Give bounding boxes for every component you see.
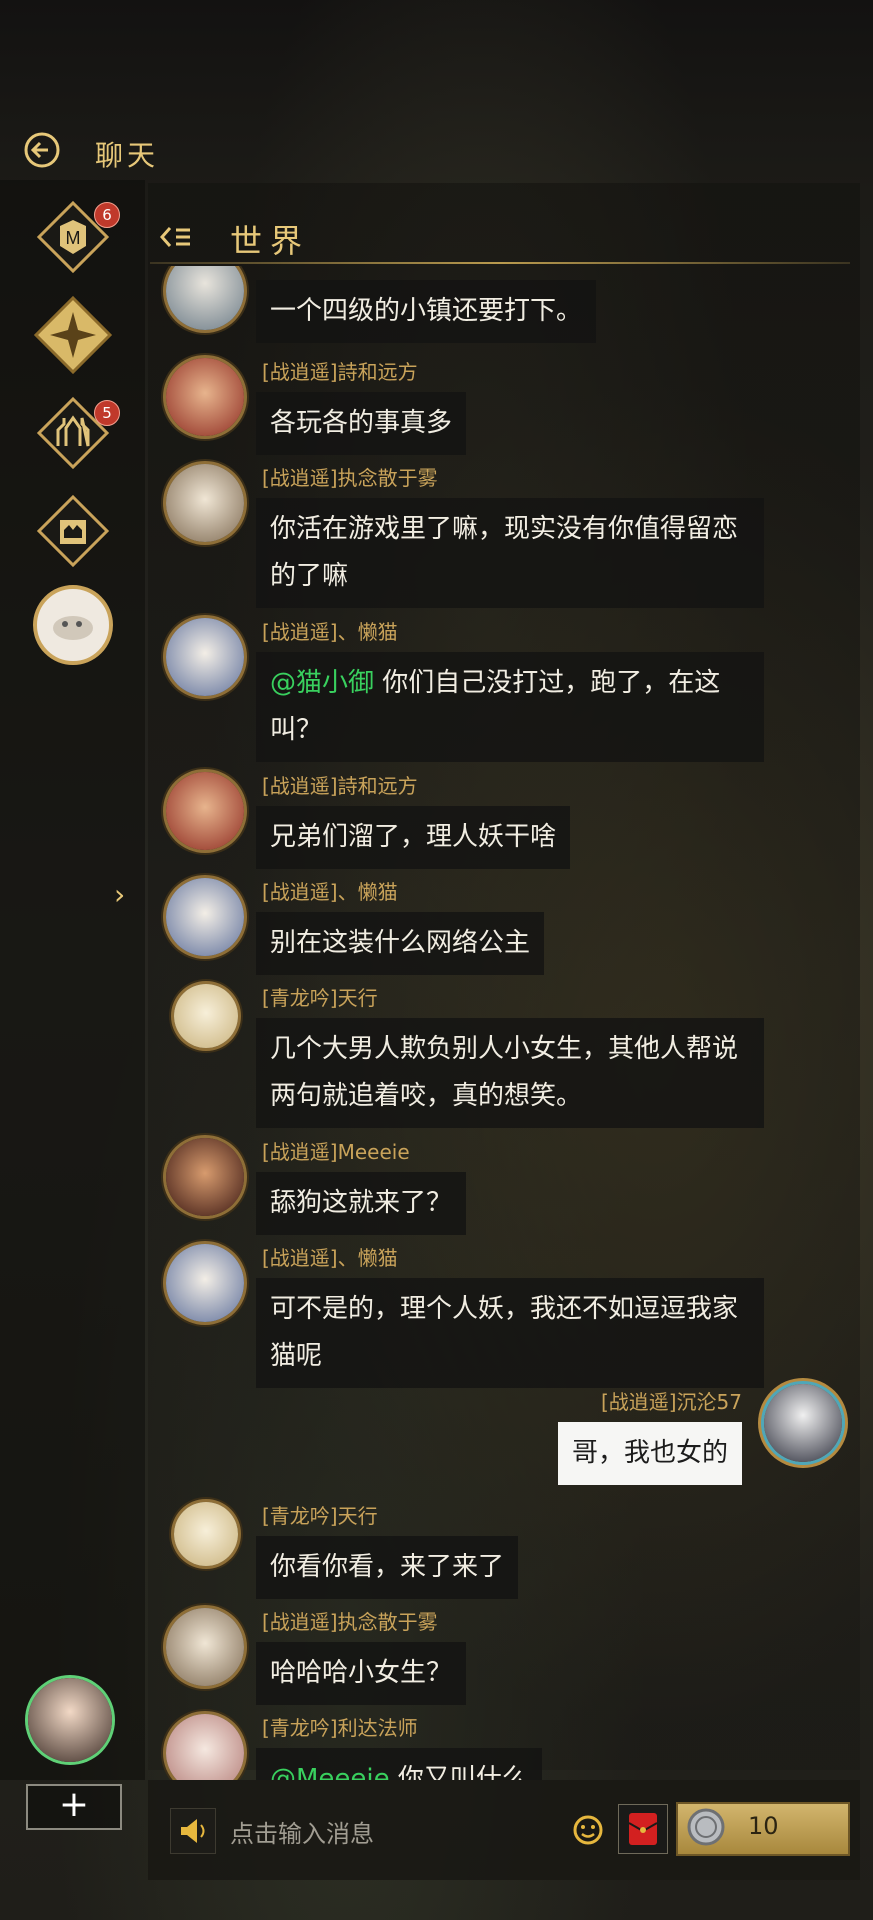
message-bubble: 你活在游戏里了嘛，现实没有你值得留恋的了嘛 <box>256 498 764 608</box>
message-bubble: 别在这装什么网络公主 <box>256 912 545 975</box>
message-list[interactable]: 一个四级的小镇还要打下。 [战逍遥]詩和远方 各玩各的事真多 [战逍遥]执念散于… <box>148 266 860 1780</box>
sender-name: [战逍遥]詩和远方 <box>262 774 418 798</box>
alliance-channel-button[interactable] <box>36 494 110 568</box>
sender-name: [战逍遥]沉沦57 <box>600 1390 742 1414</box>
message-bubble: 一个四级的小镇还要打下。 <box>256 280 597 343</box>
header-divider <box>150 262 850 264</box>
message-bubble: 几个大男人欺负别人小女生，其他人帮说两句就追着咬，真的想笑。 <box>256 1018 764 1128</box>
world-channel-button[interactable] <box>33 295 113 375</box>
sender-name: [战逍遥]、懒猫 <box>262 880 398 904</box>
message-text: 你又叫什么 <box>389 1764 528 1780</box>
sender-name: [青龙吟]利达法师 <box>262 1716 418 1740</box>
sender-name: [战逍遥]、懒猫 <box>262 1246 398 1270</box>
crown-icon <box>36 494 110 568</box>
sender-name: [战逍遥]詩和远方 <box>262 360 418 384</box>
avatar[interactable] <box>166 618 244 696</box>
sender-name: [战逍遥]Meeeie <box>262 1140 410 1164</box>
speaker-icon <box>181 1819 205 1843</box>
svg-text:M: M <box>66 228 81 248</box>
avatar[interactable] <box>174 1502 238 1566</box>
channel-sidebar: M 6 5 <box>0 180 145 1780</box>
message-text: 你看你看，来了来了 <box>270 1552 505 1582</box>
message-text: 哈哈哈小女生？ <box>270 1658 453 1688</box>
sender-name: [战逍遥]执念散于雾 <box>262 466 438 490</box>
avatar[interactable] <box>174 984 238 1048</box>
cat-avatar-icon <box>33 585 113 665</box>
red-packet-icon <box>628 1813 658 1845</box>
avatar[interactable] <box>166 464 244 542</box>
avatar[interactable] <box>166 1244 244 1322</box>
page-title: 聊天 <box>95 139 160 172</box>
message-text: 哥，我也女的 <box>571 1438 728 1468</box>
emoji-icon[interactable] <box>568 1810 608 1850</box>
message-bubble: 兄弟们溜了，理人妖干啥 <box>256 806 571 869</box>
message-text: 舔狗这就来了？ <box>270 1188 453 1218</box>
message-bubble: 你看你看，来了来了 <box>256 1536 519 1599</box>
kingdom-channel-button[interactable]: 5 <box>36 396 120 470</box>
message-text: 一个四级的小镇还要打下。 <box>270 296 583 326</box>
mention-link[interactable]: @猫小御 <box>270 668 374 698</box>
guild-channel-button[interactable]: M 6 <box>36 200 120 274</box>
sender-name: [青龙吟]天行 <box>262 986 378 1010</box>
silver-coin-icon <box>687 1808 725 1846</box>
red-packet-button[interactable] <box>618 1804 668 1854</box>
menu-list-icon[interactable] <box>158 220 192 254</box>
avatar[interactable] <box>166 1714 244 1780</box>
avatar[interactable] <box>166 1608 244 1686</box>
player-avatar[interactable] <box>28 1678 112 1762</box>
sender-name: [战逍遥]、懒猫 <box>262 620 398 644</box>
avatar[interactable] <box>166 878 244 956</box>
message-text: 几个大男人欺负别人小女生，其他人帮说两句就追着咬，真的想笑。 <box>270 1034 739 1111</box>
message-text: 可不是的，理个人妖，我还不如逗逗我家猫呢 <box>270 1294 739 1371</box>
message-bubble: 舔狗这就来了？ <box>256 1172 467 1235</box>
channel-header: 世界 <box>150 212 850 268</box>
message-bubble: @猫小御 你们自己没打过，跑了，在这叫？ <box>256 652 764 762</box>
message-input[interactable]: 点击输入消息 <box>230 1814 374 1849</box>
avatar[interactable] <box>166 266 244 330</box>
add-channel-button[interactable]: + <box>26 1784 122 1830</box>
message-bubble: 哥，我也女的 <box>557 1422 742 1485</box>
message-text: 别在这装什么网络公主 <box>270 928 531 958</box>
top-bar: 聊天 <box>0 120 873 180</box>
avatar[interactable] <box>166 772 244 850</box>
message-bubble: 哈哈哈小女生？ <box>256 1642 467 1705</box>
message-bubble: @Meeeie 你又叫什么 <box>256 1748 542 1780</box>
avatar[interactable] <box>764 1384 842 1462</box>
unread-badge: 6 <box>94 202 120 228</box>
avatar[interactable] <box>166 1138 244 1216</box>
compass-icon <box>33 295 113 375</box>
sender-name: [战逍遥]执念散于雾 <box>262 1610 438 1634</box>
channel-title: 世界 <box>230 222 311 260</box>
message-input-bar: 点击输入消息 10 <box>148 1780 860 1880</box>
avatar[interactable] <box>166 358 244 436</box>
message-text: 你活在游戏里了嘛，现实没有你值得留恋的了嘛 <box>270 514 739 591</box>
broadcast-button[interactable] <box>170 1808 216 1854</box>
expand-arrow-icon[interactable]: › <box>114 878 125 911</box>
sender-name: [青龙吟]天行 <box>262 1504 378 1528</box>
coin-balance[interactable]: 10 <box>676 1802 850 1856</box>
mention-link[interactable]: @Meeeie <box>270 1764 390 1780</box>
coin-count: 10 <box>748 1812 779 1840</box>
message-text: 各玩各的事真多 <box>270 408 453 438</box>
message-bubble: 可不是的，理个人妖，我还不如逗逗我家猫呢 <box>256 1278 764 1388</box>
private-chat-button[interactable] <box>30 582 116 668</box>
message-text: 兄弟们溜了，理人妖干啥 <box>270 822 557 852</box>
message-bubble: 各玩各的事真多 <box>256 392 467 455</box>
unread-badge: 5 <box>94 400 120 426</box>
back-arrow-icon[interactable] <box>22 130 62 170</box>
